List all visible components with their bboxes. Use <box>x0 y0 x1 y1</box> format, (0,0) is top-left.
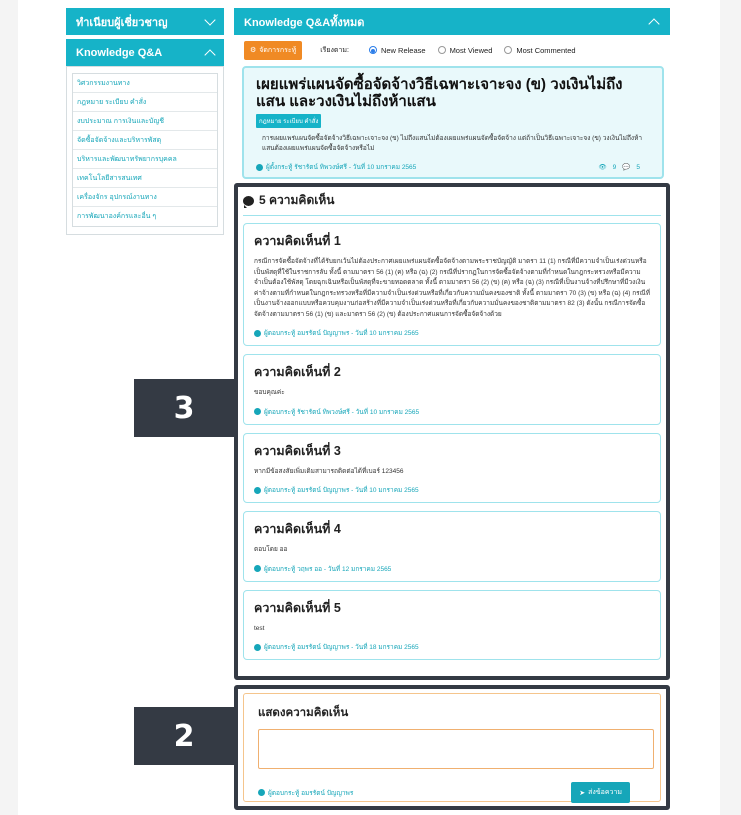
comment-title: ความคิดเห็นที่ 4 <box>254 522 341 536</box>
topic-title: เผยแพร่แผนจัดซื้อจัดจ้างวิธีเฉพาะเจาะจง … <box>256 76 623 110</box>
eye-icon: 👁 <box>598 164 607 171</box>
sort-label: เรียงตาม: <box>320 46 349 54</box>
topic-meta-row: ผู้ตั้งกระทู้ รัชารัตน์ ทิพวงษ์ศรี - วัน… <box>256 162 650 172</box>
sidebar-item[interactable]: วิศวกรรมงานทาง <box>73 74 217 93</box>
sidebar-section-knowledge-qa[interactable]: Knowledge Q&A <box>66 39 224 66</box>
sidebar-item[interactable]: เทคโนโลยีสารสนเทศ <box>73 169 217 188</box>
sidebar-section-label: Knowledge Q&A <box>76 46 163 59</box>
user-icon <box>254 643 261 651</box>
page-margin-left <box>0 0 18 815</box>
user-icon <box>254 329 261 337</box>
send-icon: ➤ <box>579 789 586 797</box>
comment-bubble-icon <box>243 195 254 208</box>
comment-title: ความคิดเห็นที่ 3 <box>254 443 341 458</box>
comment-card: ความคิดเห็นที่ 3 หากมีข้อสงสัยเพิ่มเติมส… <box>243 432 661 503</box>
sort-option-label: New Release <box>380 45 426 55</box>
reply-textarea[interactable] <box>258 729 654 769</box>
reply-title: แสดงความคิดเห็น <box>258 707 349 719</box>
comment-meta-text: ผู้ตอบกระทู้ อมรรัตน์ ปัญญาพร - วันที่ 1… <box>264 644 419 651</box>
sort-option-label: Most Commented <box>516 45 576 55</box>
reply-user: ผู้ตอบกระทู้ อมรรัตน์ ปัญญาพร <box>258 788 353 798</box>
radio-icon <box>504 46 513 54</box>
sort-option-label: Most Viewed <box>449 45 493 55</box>
comments-heading-text: 5 ความคิดเห็น <box>259 193 335 207</box>
page-margin-right <box>720 0 741 815</box>
main-header[interactable]: Knowledge Q&Aทั้งหมด <box>234 8 670 35</box>
topic-card: เผยแพร่แผนจัดซื้อจัดจ้างวิธีเฉพาะเจาะจง … <box>242 66 664 179</box>
radio-icon <box>437 46 446 54</box>
comment-card: ความคิดเห็นที่ 1 กรณีการจัดซื้อจัดจ้างที… <box>243 223 661 346</box>
topic-body: การเผยแพร่แผนจัดซื้อจัดจ้างวิธีเฉพาะเจาะ… <box>262 135 643 152</box>
reply-form: แสดงความคิดเห็น ผู้ตอบกระทู้ อมรรัตน์ ปั… <box>243 693 661 803</box>
manage-topics-label: จัดการกระทู้ <box>259 46 297 54</box>
user-icon <box>256 163 263 171</box>
sidebar-menu: วิศวกรรมงานทาง กฎหมาย ระเบียบ คำสั่ง งบป… <box>66 66 224 235</box>
comment-text: กรณีการจัดซื้อจัดจ้างที่ได้รับยกเว้นไม่ต… <box>254 258 650 318</box>
send-button-label: ส่งข้อความ <box>588 789 622 796</box>
manage-topics-button[interactable]: ⚙ จัดการกระทู้ <box>244 40 303 60</box>
user-icon <box>254 486 261 494</box>
comment-card: ความคิดเห็นที่ 4 ตอบโดย ออ ผู้ตอบกระทู้ … <box>243 511 661 582</box>
user-icon <box>254 565 261 572</box>
main-panel: Knowledge Q&Aทั้งหมด ⚙ จัดการกระทู้ เรีย… <box>234 8 670 179</box>
comment-count: 5 <box>636 163 640 171</box>
user-icon <box>254 408 261 415</box>
topic-stats: 👁 9 💬 5 <box>598 163 650 172</box>
view-count: 9 <box>612 163 617 171</box>
sort-option-new-release[interactable]: New Release <box>368 45 426 55</box>
comment-meta-text: ผู้ตอบกระทู้ วฤพร ออ - วันที่ 12 มกราคม … <box>264 565 392 573</box>
comments-heading: 5 ความคิดเห็น <box>243 191 661 216</box>
comment-title: ความคิดเห็นที่ 1 <box>254 234 341 248</box>
sidebar-item[interactable]: กฎหมาย ระเบียบ คำสั่ง <box>73 93 217 112</box>
topic-author-text: ผู้ตั้งกระทู้ รัชารัตน์ ทิพวงษ์ศรี - วัน… <box>266 164 417 171</box>
comment-card: ความคิดเห็นที่ 2 ขอบคุณค่ะ ผู้ตอบกระทู้ … <box>243 354 661 425</box>
sidebar-item[interactable]: บริหารและพัฒนาทรัพยากรบุคคล <box>73 150 217 169</box>
category-badge[interactable]: กฎหมาย ระเบียบ คำสั่ง <box>256 114 322 128</box>
comment-text: test <box>254 624 265 632</box>
comment-meta-text: ผู้ตอบกระทู้ อมรรัตน์ ปัญญาพร - วันที่ 1… <box>264 487 419 494</box>
sidebar-section-label: ทำเนียบผู้เชี่ยวชาญ <box>76 16 168 29</box>
sidebar-section-experts[interactable]: ทำเนียบผู้เชี่ยวชาญ <box>66 8 224 35</box>
sidebar-item[interactable]: จัดซื้อจัดจ้างและบริหารพัสดุ <box>73 131 217 150</box>
sidebar: ทำเนียบผู้เชี่ยวชาญ Knowledge Q&A วิศวกร… <box>66 8 224 235</box>
callout-label-2: 2 <box>134 707 234 765</box>
comment-card: ความคิดเห็นที่ 5 test ผู้ตอบกระทู้ อมรรั… <box>243 589 661 660</box>
chevron-up-icon <box>648 17 660 30</box>
comment-meta: ผู้ตอบกระทู้ วฤพร ออ - วันที่ 12 มกราคม … <box>254 564 650 574</box>
sort-option-most-commented[interactable]: Most Commented <box>504 45 576 55</box>
chevron-up-icon <box>204 48 216 61</box>
comment-title: ความคิดเห็นที่ 5 <box>254 600 341 615</box>
sort-option-most-viewed[interactable]: Most Viewed <box>437 45 493 55</box>
send-button[interactable]: ➤ ส่งข้อความ <box>571 782 630 803</box>
reply-footer: ผู้ตอบกระทู้ อมรรัตน์ ปัญญาพร ➤ ส่งข้อคว… <box>258 782 650 803</box>
comment-text: ตอบโดย ออ <box>254 546 288 553</box>
reply-user-text: ผู้ตอบกระทู้ อมรรัตน์ ปัญญาพร <box>268 789 354 797</box>
gear-icon: ⚙ <box>250 47 257 54</box>
sidebar-item[interactable]: เครื่องจักร อุปกรณ์งานทาง <box>73 188 217 207</box>
comment-meta-text: ผู้ตอบกระทู้ รัชารัตน์ ทิพวงษ์ศรี - วันท… <box>264 408 420 416</box>
comment-meta-text: ผู้ตอบกระทู้ อมรรัตน์ ปัญญาพร - วันที่ 1… <box>264 330 419 337</box>
comment-meta: ผู้ตอบกระทู้ อมรรัตน์ ปัญญาพร - วันที่ 1… <box>254 328 650 338</box>
sidebar-item[interactable]: งบประมาณ การเงินและบัญชี <box>73 112 217 131</box>
sidebar-item[interactable]: การพัฒนาองค์กรและอื่น ๆ <box>73 207 217 226</box>
filter-bar: ⚙ จัดการกระทู้ เรียงตาม: New Release Mos… <box>234 35 670 65</box>
comment-title: ความคิดเห็นที่ 2 <box>254 365 341 379</box>
reply-section: แสดงความคิดเห็น ผู้ตอบกระทู้ อมรรัตน์ ปั… <box>234 685 670 810</box>
comment-text: ขอบคุณค่ะ <box>254 389 285 396</box>
comment-meta: ผู้ตอบกระทู้ อมรรัตน์ ปัญญาพร - วันที่ 1… <box>254 485 650 495</box>
comment-meta: ผู้ตอบกระทู้ รัชารัตน์ ทิพวงษ์ศรี - วันท… <box>254 407 650 417</box>
topic-author: ผู้ตั้งกระทู้ รัชารัตน์ ทิพวงษ์ศรี - วัน… <box>256 162 416 172</box>
comment-meta: ผู้ตอบกระทู้ อมรรัตน์ ปัญญาพร - วันที่ 1… <box>254 642 650 652</box>
user-icon <box>258 789 265 796</box>
radio-selected-icon <box>368 46 377 54</box>
callout-label-3: 3 <box>134 379 234 437</box>
sidebar-menu-list: วิศวกรรมงานทาง กฎหมาย ระเบียบ คำสั่ง งบป… <box>72 73 218 227</box>
chevron-down-icon <box>204 13 216 26</box>
comment-text: หากมีข้อสงสัยเพิ่มเติมสามารถติดต่อได้ที่… <box>254 467 404 475</box>
main-header-title: Knowledge Q&Aทั้งหมด <box>244 16 365 29</box>
comment-icon: 💬 <box>622 164 631 171</box>
comments-section: 5 ความคิดเห็น ความคิดเห็นที่ 1 กรณีการจั… <box>234 183 670 680</box>
